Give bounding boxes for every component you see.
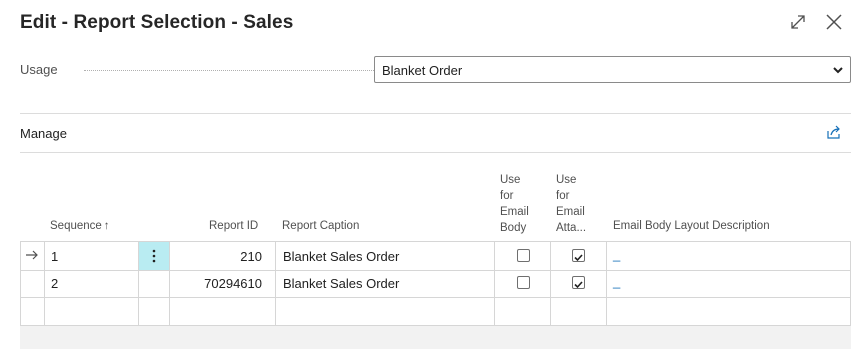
report-selection-grid: 1 210 Blanket Sales Order _ 2 70294610 B… (20, 241, 851, 349)
report-caption-cell[interactable]: Blanket Sales Order (283, 276, 399, 291)
report-id-cell[interactable]: 70294610 (170, 276, 262, 291)
sort-ascending-icon: ↑ (103, 220, 110, 232)
column-header-use-email-body[interactable]: Use for Email Body (500, 172, 529, 236)
column-header-report-caption[interactable]: Report Caption (282, 218, 359, 234)
use-email-attachment-checkbox[interactable] (572, 249, 585, 262)
chevron-down-icon (833, 67, 843, 74)
grid-line (275, 241, 276, 325)
table-row[interactable]: 1 210 Blanket Sales Order _ (20, 241, 851, 271)
row-actions-button[interactable] (139, 242, 169, 270)
column-header-use-email-attachment[interactable]: Use for Email Atta... (556, 172, 586, 236)
page-title: Edit - Report Selection - Sales (20, 12, 294, 33)
checkmark-icon (574, 281, 583, 289)
share-icon[interactable] (826, 124, 842, 140)
new-row[interactable] (20, 297, 851, 326)
grid-line (494, 241, 495, 325)
usage-select-value: Blanket Order (382, 63, 463, 78)
use-email-attachment-checkbox[interactable] (572, 276, 585, 289)
column-header-report-id[interactable]: Report ID (209, 218, 258, 234)
usage-label: Usage (20, 62, 58, 77)
sequence-cell[interactable]: 2 (51, 276, 58, 291)
grid-line (20, 241, 21, 325)
table-row[interactable]: 2 70294610 Blanket Sales Order _ (20, 269, 851, 298)
grid-line (138, 241, 139, 325)
layout-description-link[interactable]: _ (613, 274, 620, 289)
grid-line (550, 241, 551, 325)
sequence-cell[interactable]: 1 (51, 249, 58, 264)
use-email-body-checkbox[interactable] (517, 276, 530, 289)
arrow-right-icon (26, 250, 38, 260)
checkmark-icon (574, 254, 583, 262)
divider (20, 113, 851, 114)
grid-line (850, 241, 851, 325)
column-header-sequence[interactable]: Sequence ↑ (50, 218, 110, 234)
grid-footer (20, 325, 851, 349)
close-icon[interactable] (823, 11, 845, 33)
use-email-body-checkbox[interactable] (517, 249, 530, 262)
grid-line (169, 241, 170, 325)
layout-description-link[interactable]: _ (613, 247, 620, 262)
report-id-cell[interactable]: 210 (170, 249, 262, 264)
usage-select[interactable]: Blanket Order (374, 56, 851, 83)
column-header-email-body-layout-description[interactable]: Email Body Layout Description (613, 218, 770, 234)
grid-line (606, 241, 607, 325)
leader-dots (84, 70, 384, 71)
usage-field-row: Usage Blanket Order (20, 56, 851, 83)
grid-line (44, 241, 45, 325)
more-vertical-icon (152, 249, 156, 263)
divider (20, 152, 851, 153)
report-caption-cell[interactable]: Blanket Sales Order (283, 249, 399, 264)
manage-menu[interactable]: Manage (20, 126, 67, 141)
window-controls (787, 11, 845, 33)
expand-icon[interactable] (787, 11, 809, 33)
